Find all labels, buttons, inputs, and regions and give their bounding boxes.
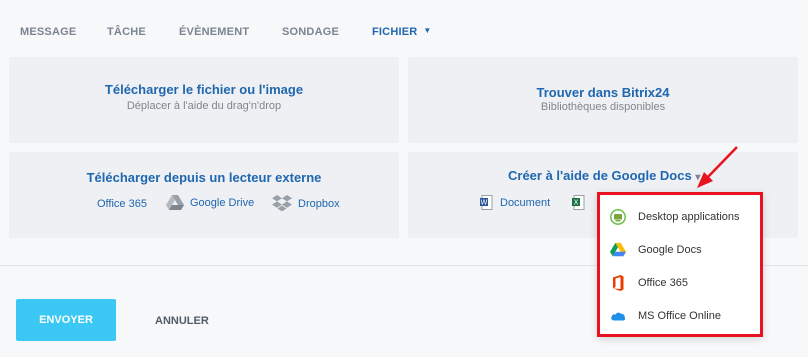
cancel-button[interactable]: ANNULER: [155, 315, 209, 327]
office365-label: Office 365: [97, 198, 147, 210]
onedrive-cloud-icon: [611, 312, 626, 321]
menu-item-label: MS Office Online: [638, 310, 721, 322]
external-drive-card: Télécharger depuis un lecteur externe Of…: [9, 152, 399, 238]
dropbox-icon: [272, 195, 292, 212]
google-drive-icon: [166, 195, 184, 210]
send-button[interactable]: ENVOYER: [16, 299, 116, 341]
document-icon: W: [480, 195, 493, 210]
menu-item-label: Office 365: [638, 277, 688, 289]
upload-file-subtitle: Déplacer à l'aide du drag'n'drop: [126, 100, 282, 112]
tab-task[interactable]: TÂCHE: [107, 26, 146, 38]
find-in-bitrix-card[interactable]: Trouver dans Bitrix24 Bibliothèques disp…: [408, 57, 798, 143]
tab-event[interactable]: ÉVÈNEMENT: [179, 26, 249, 38]
chevron-down-icon: ▾: [695, 172, 701, 183]
tab-poll[interactable]: SONDAGE: [282, 26, 339, 38]
menu-item-desktop-applications[interactable]: Desktop applications: [600, 202, 760, 232]
menu-item-google-docs[interactable]: Google Docs: [600, 235, 760, 265]
tab-file-label: FICHIER: [372, 26, 418, 38]
find-in-bitrix-subtitle: Bibliothèques disponibles: [540, 101, 666, 113]
office365-icon: [613, 275, 624, 291]
svg-text:X: X: [574, 199, 579, 207]
dropbox-link[interactable]: Dropbox: [272, 195, 340, 212]
create-with-google-docs-title: Créer à l'aide de Google Docs: [508, 168, 692, 183]
create-with-menu: Desktop applications Google Docs Office …: [597, 192, 763, 337]
tab-file[interactable]: FICHIER ▼: [372, 26, 432, 38]
menu-item-ms-office-online[interactable]: MS Office Online: [600, 301, 760, 331]
office365-link[interactable]: Office 365: [97, 198, 147, 210]
google-drive-link[interactable]: Google Drive: [166, 195, 254, 211]
chevron-down-icon: ▼: [423, 26, 432, 35]
upload-file-card[interactable]: Télécharger le fichier ou l'image Déplac…: [9, 57, 399, 143]
upload-file-title[interactable]: Télécharger le fichier ou l'image: [9, 82, 399, 97]
spreadsheet-icon[interactable]: X: [572, 195, 586, 210]
post-type-tabs: MESSAGE TÂCHE ÉVÈNEMENT SONDAGE FICHIER ▼: [0, 0, 808, 56]
tab-message[interactable]: MESSAGE: [20, 26, 76, 38]
document-label: Document: [500, 196, 551, 209]
create-document-link[interactable]: W Document: [480, 195, 550, 210]
svg-text:W: W: [481, 199, 488, 207]
create-with-google-docs-dropdown[interactable]: Créer à l'aide de Google Docs ▾: [508, 168, 700, 183]
google-drive-label: Google Drive: [190, 197, 255, 209]
menu-item-label: Desktop applications: [638, 211, 740, 223]
external-drive-title[interactable]: Télécharger depuis un lecteur externe: [9, 170, 399, 185]
menu-item-office-365[interactable]: Office 365: [600, 268, 760, 298]
desktop-app-icon: [610, 209, 626, 225]
dropbox-label: Dropbox: [298, 197, 340, 210]
google-drive-icon: [610, 242, 626, 257]
find-in-bitrix-title[interactable]: Trouver dans Bitrix24: [408, 85, 798, 100]
menu-item-label: Google Docs: [638, 244, 702, 256]
